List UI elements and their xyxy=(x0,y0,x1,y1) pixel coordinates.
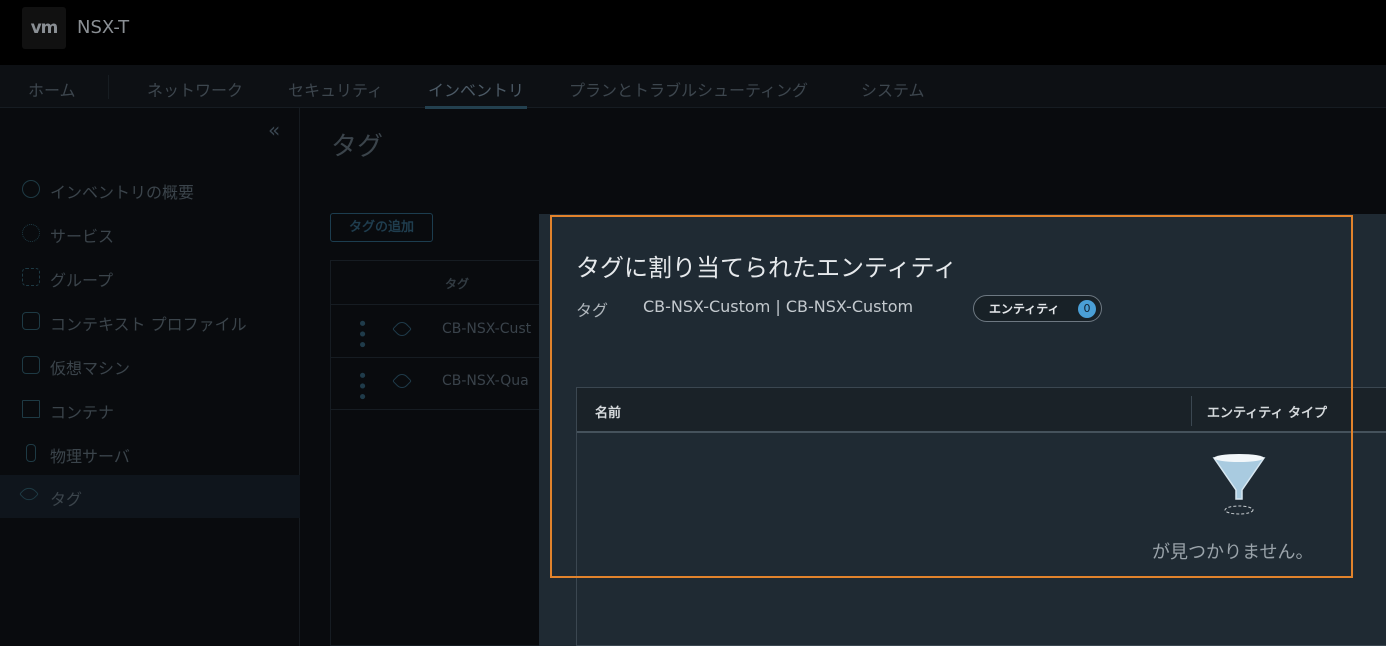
tag-value: CB-NSX-Custom | CB-NSX-Custom xyxy=(643,297,914,316)
sidebar-item-label: コンテキスト プロファイル xyxy=(50,315,247,334)
table-row[interactable]: ••• CB-NSX-Cust xyxy=(331,306,549,358)
nav-networking[interactable]: ネットワーク xyxy=(147,77,243,101)
column-header-tag: タグ xyxy=(445,277,470,291)
container-icon xyxy=(22,400,40,418)
tag-icon xyxy=(392,319,412,339)
server-icon xyxy=(26,444,36,462)
sidebar-item-virtual-machines[interactable]: 仮想マシン xyxy=(0,344,300,387)
column-header-entity-type[interactable]: エンティティ タイプ xyxy=(1207,402,1327,421)
tag-icon xyxy=(392,371,412,391)
sidebar-item-label: コンテナ xyxy=(50,403,115,422)
table-row[interactable]: ••• CB-NSX-Qua xyxy=(331,358,549,410)
app-header: vm NSX-T xyxy=(0,0,1386,65)
column-header-name[interactable]: 名前 xyxy=(595,402,621,421)
group-icon xyxy=(22,268,40,286)
empty-funnel-icon xyxy=(1212,454,1266,515)
gear-icon xyxy=(22,224,40,242)
collapse-sidebar-icon[interactable]: « xyxy=(268,118,280,142)
top-nav: ホーム ネットワーク セキュリティ インベントリ プランとトラブルシューティング… xyxy=(0,65,1386,109)
sidebar-item-services[interactable]: サービス xyxy=(0,212,300,255)
badge-label: エンティティ xyxy=(989,302,1060,316)
sidebar-item-label: グループ xyxy=(50,271,114,290)
more-actions-icon[interactable]: ••• xyxy=(351,370,372,402)
panel-title: タグに割り当てられたエンティティ xyxy=(576,254,958,282)
sidebar-item-tags[interactable]: タグ xyxy=(0,475,300,518)
entities-table: 名前 エンティティ タイプ が見つかりません。 xyxy=(576,387,1386,646)
dashboard-icon xyxy=(22,180,40,198)
tag-name[interactable]: CB-NSX-Qua xyxy=(442,373,529,389)
nav-divider xyxy=(108,75,109,99)
entity-count-badge: エンティティ 0 xyxy=(973,295,1102,322)
table-header: タグ xyxy=(331,261,549,305)
add-tag-button[interactable]: タグの追加 xyxy=(330,213,433,242)
tags-table: タグ ••• CB-NSX-Cust ••• CB-NSX-Qua xyxy=(330,260,550,646)
tag-icon xyxy=(19,484,39,504)
column-divider[interactable] xyxy=(1191,396,1192,426)
nav-security[interactable]: セキュリティ xyxy=(288,77,383,101)
vmware-logo: vm xyxy=(22,7,66,49)
sidebar-item-groups[interactable]: グループ xyxy=(0,256,300,299)
empty-state-text: が見つかりません。 xyxy=(1152,542,1314,563)
sidebar-item-containers[interactable]: コンテナ xyxy=(0,388,300,431)
vm-icon xyxy=(22,356,40,374)
sidebar-item-physical-servers[interactable]: 物理サーバ xyxy=(0,432,300,475)
tag-name[interactable]: CB-NSX-Cust xyxy=(442,321,531,337)
sidebar-item-label: 仮想マシン xyxy=(50,359,131,378)
sidebar-item-context-profiles[interactable]: コンテキスト プロファイル xyxy=(0,300,300,343)
profile-icon xyxy=(22,312,40,330)
tag-label: タグ xyxy=(576,301,609,320)
nav-system[interactable]: システム xyxy=(861,77,925,101)
nav-home[interactable]: ホーム xyxy=(28,77,76,101)
badge-count: 0 xyxy=(1078,300,1096,318)
sidebar-item-label: タグ xyxy=(50,490,83,509)
sidebar-item-label: 物理サーバ xyxy=(50,447,130,466)
table-header: 名前 エンティティ タイプ xyxy=(577,388,1386,433)
sidebar-item-label: サービス xyxy=(50,227,115,246)
nav-plan-troubleshoot[interactable]: プランとトラブルシューティング xyxy=(569,77,808,101)
sidebar-item-inventory-overview[interactable]: インベントリの概要 xyxy=(0,168,300,211)
more-actions-icon[interactable]: ••• xyxy=(351,318,372,350)
sidebar-item-label: インベントリの概要 xyxy=(50,183,195,202)
page-title: タグ xyxy=(331,132,384,162)
sidebar: « インベントリの概要 サービス グループ コンテキスト プロファイル 仮想マシ… xyxy=(0,108,300,646)
app-title: NSX-T xyxy=(77,17,130,38)
nav-inventory[interactable]: インベントリ xyxy=(424,77,528,109)
